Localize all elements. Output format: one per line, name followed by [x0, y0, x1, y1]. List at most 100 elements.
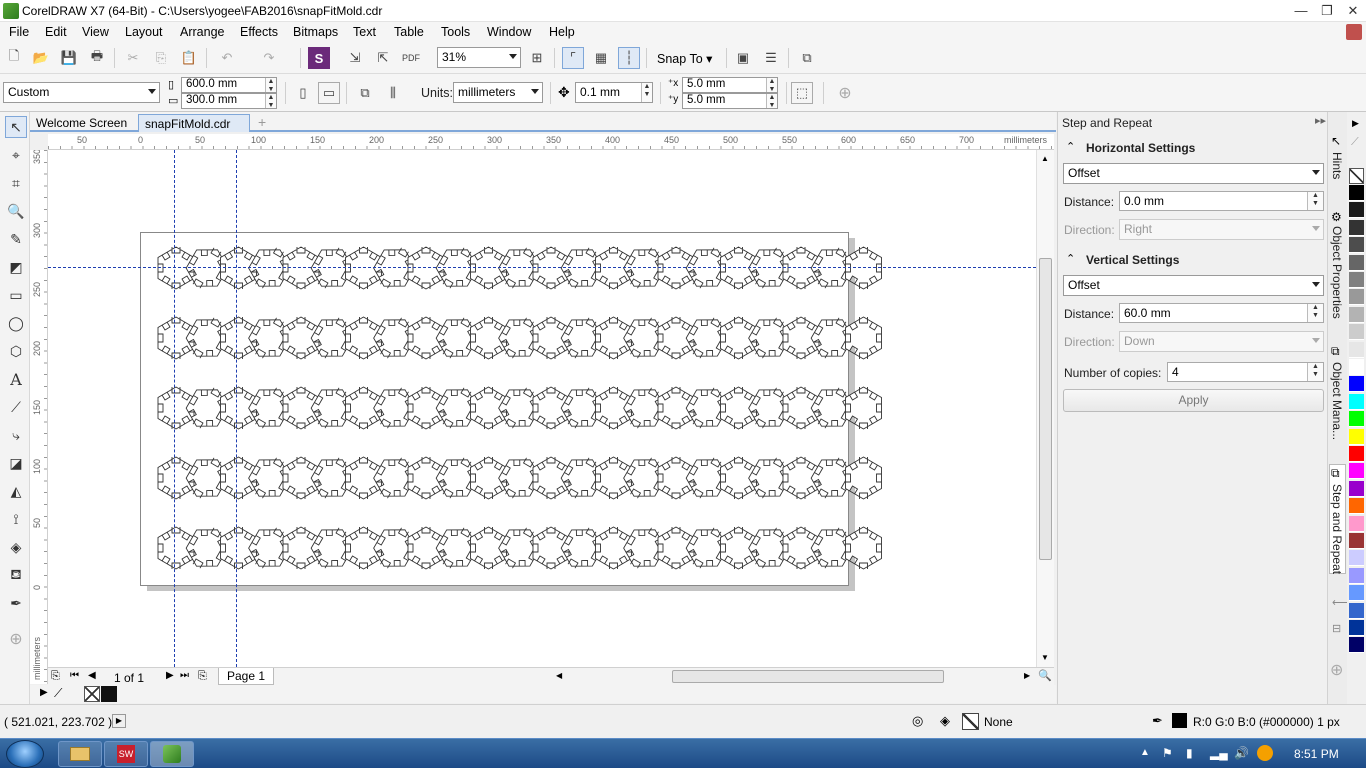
- color-swatch[interactable]: [1349, 411, 1364, 428]
- no-color-swatch[interactable]: [84, 686, 100, 702]
- add-page-after-icon[interactable]: ⎘: [198, 670, 207, 683]
- new-tab-icon[interactable]: +: [252, 114, 272, 132]
- color-swatch[interactable]: [1349, 359, 1364, 375]
- rectangle-tool-icon[interactable]: ▭: [5, 284, 27, 306]
- export-icon[interactable]: ⇱: [372, 47, 394, 69]
- menu-help[interactable]: Help: [549, 25, 575, 39]
- tab-snapfitmold[interactable]: snapFitMold.cdr: [138, 114, 250, 132]
- menu-tools[interactable]: Tools: [441, 25, 470, 39]
- cut-icon[interactable]: ✂: [122, 47, 144, 69]
- page-width-input[interactable]: 600.0 mm ▲ ▼: [181, 77, 277, 93]
- outline-pen-icon[interactable]: ✒: [1152, 713, 1163, 729]
- add-page-before-icon[interactable]: ⎘: [51, 670, 60, 683]
- page-size-select[interactable]: Custom: [3, 82, 160, 103]
- snap-to-dropdown[interactable]: Snap To ▾: [657, 51, 712, 66]
- zoom-navigator-icon[interactable]: 🔍: [1038, 669, 1052, 682]
- apply-button[interactable]: Apply: [1063, 389, 1324, 412]
- black-swatch[interactable]: [101, 686, 117, 702]
- menu-edit[interactable]: Edit: [45, 25, 67, 39]
- parallel-dimension-tool-icon[interactable]: ⟋: [5, 396, 27, 418]
- color-swatch[interactable]: [1349, 376, 1364, 393]
- freehand-tool-icon[interactable]: ✎: [5, 228, 27, 250]
- docker-expand-icon[interactable]: ▸▸: [1315, 114, 1326, 127]
- color-swatch[interactable]: [1349, 533, 1364, 549]
- eyedropper-icon[interactable]: ⟋: [54, 686, 62, 701]
- collapse-vertical-icon[interactable]: ⌃: [1066, 252, 1075, 265]
- fill-status-icon[interactable]: ◎: [912, 713, 923, 729]
- duplicate-y-input[interactable]: 5.0 mm ▲ ▼: [682, 93, 778, 109]
- guideline-vertical-1[interactable]: [174, 150, 175, 667]
- color-swatch[interactable]: [1349, 463, 1364, 480]
- color-swatch[interactable]: [1349, 272, 1364, 288]
- current-page-icon[interactable]: ⫼: [382, 82, 404, 104]
- import-icon[interactable]: ⇲: [344, 47, 366, 69]
- show-rulers-icon[interactable]: ⌜: [562, 47, 584, 69]
- zoom-level-select[interactable]: 31%: [437, 47, 521, 68]
- full-screen-preview-icon[interactable]: ⊞: [526, 47, 548, 69]
- show-hidden-icons-icon[interactable]: ▲: [1140, 747, 1150, 758]
- color-swatch[interactable]: [1349, 341, 1364, 358]
- status-expand-icon[interactable]: ▶: [112, 714, 126, 728]
- docker-tab-step-and-repeat[interactable]: Step and Repeat: [1330, 484, 1344, 574]
- fill-bucket-icon[interactable]: ◈: [940, 713, 950, 729]
- color-swatch[interactable]: [1349, 498, 1364, 515]
- docker-tab-object-properties[interactable]: Object Properties: [1330, 226, 1344, 319]
- horizontal-mode-select[interactable]: Offset: [1063, 163, 1324, 184]
- signal-icon[interactable]: ▂▄: [1210, 746, 1228, 760]
- nudge-distance-input[interactable]: 0.1 mm ▲ ▼: [575, 82, 653, 103]
- snap-fit-piece[interactable]: [845, 386, 882, 430]
- menu-file[interactable]: File: [9, 25, 29, 39]
- color-swatch[interactable]: [1349, 185, 1364, 201]
- mesh-fill-tool-icon[interactable]: ⊕: [5, 628, 27, 650]
- crop-tool-icon[interactable]: ⌗: [5, 172, 27, 194]
- color-swatch[interactable]: [1349, 202, 1364, 219]
- network-flag-icon[interactable]: ⚑: [1162, 746, 1173, 760]
- minimize-icon[interactable]: —: [1290, 2, 1312, 20]
- horizontal-distance-input[interactable]: 0.0 mm ▲ ▼: [1119, 191, 1324, 211]
- restore-icon[interactable]: ❐: [1316, 2, 1338, 20]
- docker-collapse-icon[interactable]: ⟵: [1332, 596, 1348, 609]
- color-swatch[interactable]: [1349, 620, 1364, 636]
- guideline-vertical-2[interactable]: [236, 150, 237, 667]
- menu-text[interactable]: Text: [353, 25, 376, 39]
- color-swatch[interactable]: [1349, 289, 1364, 306]
- docker-options-icon[interactable]: ⊟: [1332, 622, 1341, 635]
- previous-page-icon[interactable]: ◀: [88, 670, 96, 681]
- color-swatch[interactable]: [1349, 446, 1364, 462]
- snap-fit-piece[interactable]: [845, 526, 882, 570]
- connector-tool-icon[interactable]: ⤷: [5, 424, 27, 446]
- add-docker-icon[interactable]: ⊕: [1330, 660, 1343, 680]
- snap-fit-piece[interactable]: [845, 456, 882, 500]
- zoom-tool-icon[interactable]: 🔍: [5, 200, 27, 222]
- menu-effects[interactable]: Effects: [240, 25, 278, 39]
- color-swatch[interactable]: [1349, 393, 1364, 410]
- collapse-horizontal-icon[interactable]: ⌃: [1066, 140, 1075, 153]
- vertical-direction-select[interactable]: Down: [1119, 331, 1324, 352]
- welcome-screen-icon[interactable]: ▣: [732, 47, 754, 69]
- pick-tool-icon[interactable]: ↖: [5, 116, 27, 138]
- close-icon[interactable]: ✕: [1342, 2, 1364, 20]
- color-eyedropper-tool-icon[interactable]: ⟟: [5, 508, 27, 530]
- duplicate-x-input[interactable]: 5.0 mm ▲ ▼: [682, 77, 778, 93]
- docker-tab-hints[interactable]: Hints: [1330, 152, 1344, 179]
- save-icon[interactable]: 💾: [58, 47, 80, 69]
- outline-pen-tool-icon[interactable]: ✒: [5, 592, 27, 614]
- options-icon[interactable]: ☰: [760, 47, 782, 69]
- new-document-icon[interactable]: 🗋: [3, 47, 25, 69]
- ellipse-tool-icon[interactable]: ◯: [5, 312, 27, 334]
- paste-icon[interactable]: 📋: [178, 47, 200, 69]
- color-swatch[interactable]: [1349, 567, 1364, 584]
- horizontal-scroll-thumb[interactable]: [672, 670, 944, 683]
- scroll-up-icon[interactable]: ▲: [1041, 154, 1049, 163]
- start-button-icon[interactable]: [6, 740, 44, 768]
- first-page-icon[interactable]: ⏮: [70, 670, 79, 681]
- vertical-scrollbar[interactable]: ▲ ▼: [1036, 150, 1054, 667]
- vertical-mode-select[interactable]: Offset: [1063, 275, 1324, 296]
- add-toolbar-icon[interactable]: ⊕: [834, 82, 856, 104]
- hints-icon[interactable]: ↖: [1331, 134, 1341, 148]
- scroll-right-icon[interactable]: ▶: [1024, 671, 1030, 680]
- redo-icon[interactable]: ↷: [258, 47, 280, 69]
- print-icon[interactable]: 🖶: [86, 47, 108, 69]
- portrait-icon[interactable]: ▯: [292, 82, 314, 104]
- show-grid-icon[interactable]: ▦: [590, 47, 612, 69]
